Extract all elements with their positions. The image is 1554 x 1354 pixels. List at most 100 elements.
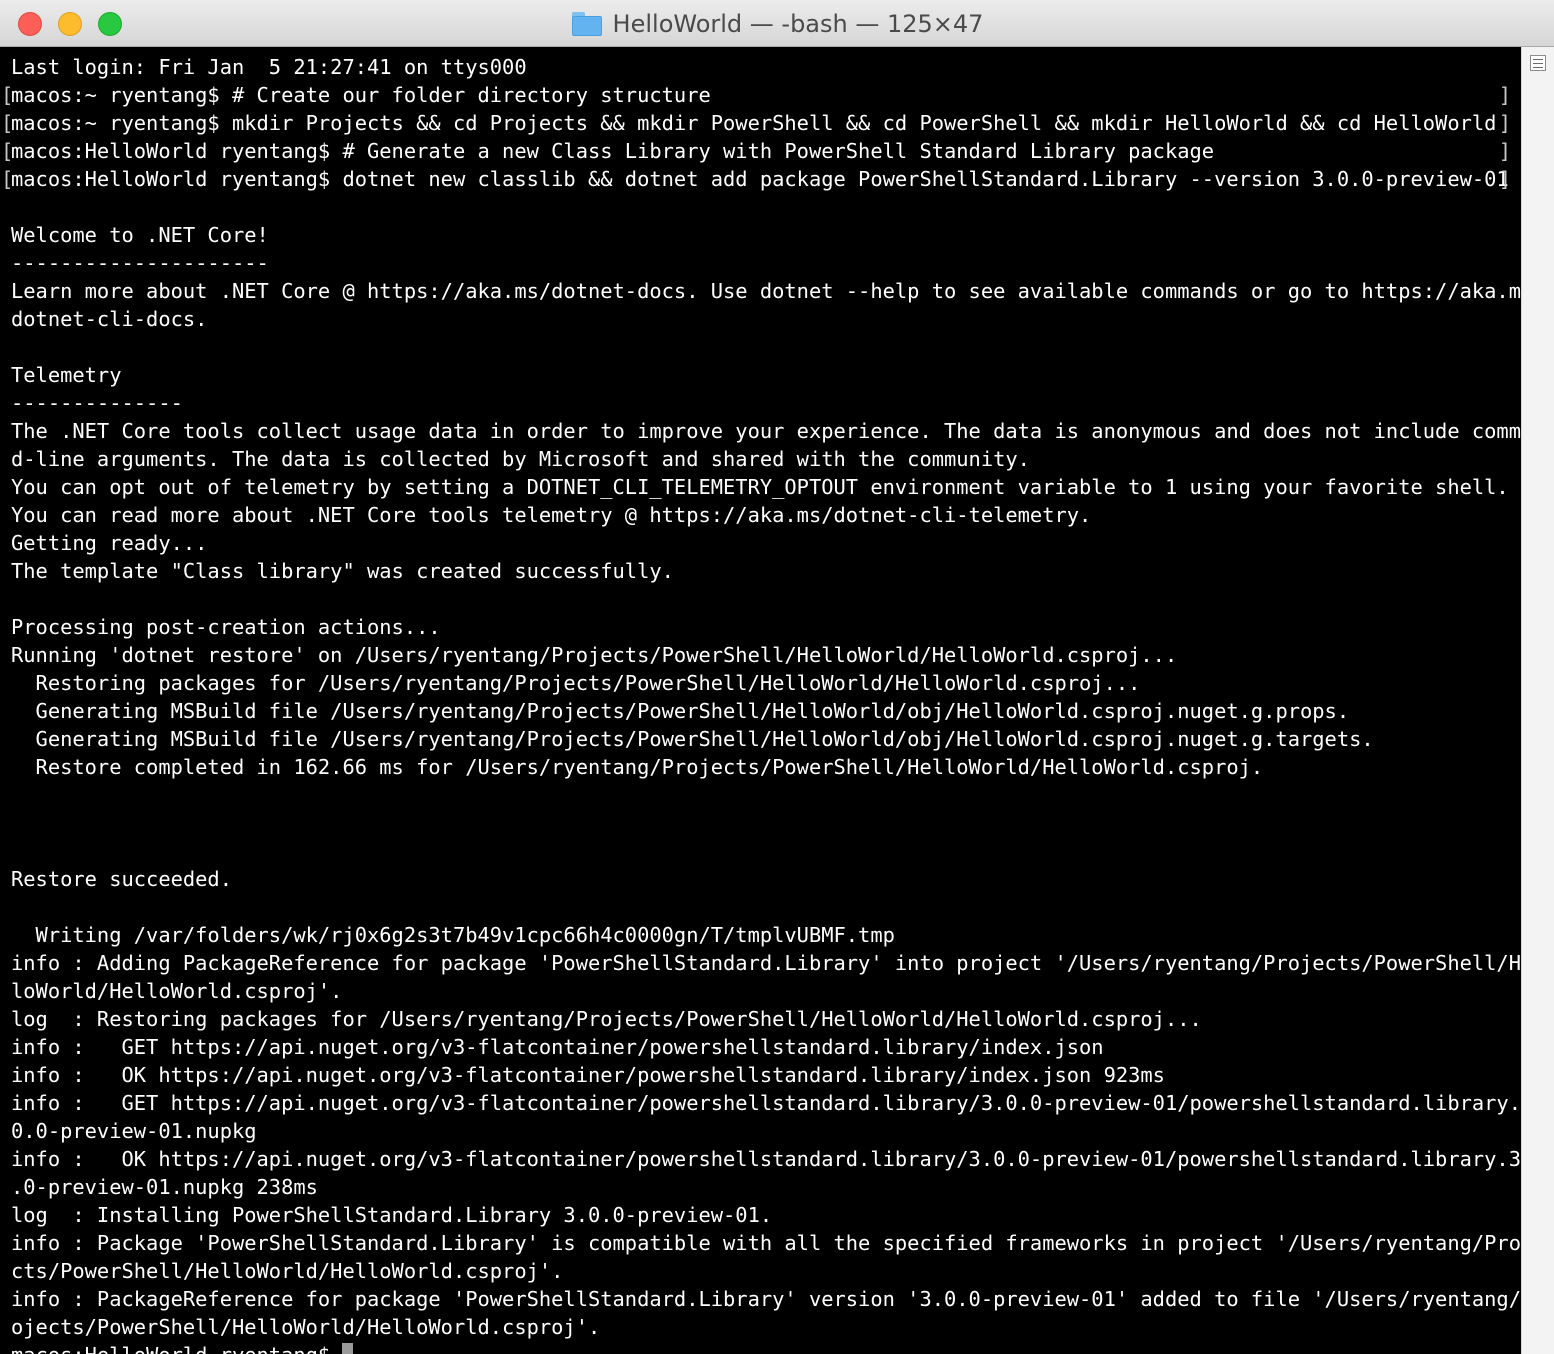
terminal-line: Restore succeeded.: [11, 865, 1511, 893]
mark-bracket-right: ]: [1498, 83, 1511, 107]
terminal-line: ojects/PowerShell/HelloWorld/HelloWorld.…: [11, 1313, 1511, 1341]
terminal-line: 0.0-preview-01.nupkg: [11, 1117, 1511, 1145]
title-bar[interactable]: HelloWorld — -bash — 125×47: [0, 0, 1554, 47]
terminal-line: You can read more about .NET Core tools …: [11, 501, 1511, 529]
terminal-line-text: cts/PowerShell/HelloWorld/HelloWorld.csp…: [11, 1259, 564, 1283]
terminal-line: log : Restoring packages for /Users/ryen…: [11, 1005, 1511, 1033]
terminal-line: info : Adding PackageReference for packa…: [11, 949, 1521, 977]
terminal-line-text: macos:~ ryentang$ mkdir Projects && cd P…: [11, 111, 1497, 135]
terminal-line-text: Restore completed in 162.66 ms for /User…: [11, 755, 1264, 779]
terminal-line: The template "Class library" was created…: [11, 557, 1511, 585]
terminal-line: Learn more about .NET Core @ https://aka…: [11, 277, 1521, 305]
terminal-line: macos:~ ryentang$ # Create our folder di…: [3, 81, 1511, 109]
terminal-line-text: macos:~ ryentang$ # Create our folder di…: [11, 83, 711, 107]
terminal-line-text: Writing /var/folders/wk/rj0x6g2s3t7b49v1…: [11, 923, 895, 947]
terminal-line: .0-preview-01.nupkg 238ms: [11, 1173, 1511, 1201]
terminal-line: You can opt out of telemetry by setting …: [11, 473, 1511, 501]
terminal-line: Restoring packages for /Users/ryentang/P…: [11, 669, 1511, 697]
mark-bracket-left: [: [3, 137, 13, 165]
terminal-line-text: info : GET https://api.nuget.org/v3-flat…: [11, 1035, 1104, 1059]
terminal-line: --------------: [11, 389, 1511, 417]
terminal-line-text: You can opt out of telemetry by setting …: [11, 475, 1509, 499]
terminal-line: macos:HelloWorld ryentang$ # Generate a …: [3, 137, 1511, 165]
terminal-line: macos:~ ryentang$ mkdir Projects && cd P…: [3, 109, 1511, 137]
text-cursor: [342, 1343, 354, 1354]
terminal-line: Processing post-creation actions...: [11, 613, 1511, 641]
terminal-line-text: dotnet-cli-docs.: [11, 307, 208, 331]
terminal-line-text: macos:HelloWorld ryentang$ # Generate a …: [11, 139, 1215, 163]
terminal-line: dotnet-cli-docs.: [11, 305, 1511, 333]
terminal-line-text: ojects/PowerShell/HelloWorld/HelloWorld.…: [11, 1315, 601, 1339]
terminal-line-text: log : Installing PowerShellStandard.Libr…: [11, 1203, 773, 1227]
terminal-line: Welcome to .NET Core!: [11, 221, 1511, 249]
terminal-line-text: Running 'dotnet restore' on /Users/ryent…: [11, 643, 1178, 667]
terminal-line-text: You can read more about .NET Core tools …: [11, 503, 1092, 527]
terminal-line-text: Welcome to .NET Core!: [11, 223, 269, 247]
terminal-line: info : GET https://api.nuget.org/v3-flat…: [11, 1033, 1511, 1061]
terminal-line-text: info : PackageReference for package 'Pow…: [11, 1287, 1521, 1311]
terminal-line: info : GET https://api.nuget.org/v3-flat…: [11, 1089, 1521, 1117]
terminal-line-text: --------------: [11, 391, 183, 415]
terminal-line: Restore completed in 162.66 ms for /User…: [11, 753, 1511, 781]
terminal-line-text: Last login: Fri Jan 5 21:27:41 on ttys00…: [11, 55, 527, 79]
mark-bracket-left: [: [3, 165, 13, 193]
terminal-line-text: macos:HelloWorld ryentang$ dotnet new cl…: [11, 167, 1509, 191]
terminal-line-text: loWorld/HelloWorld.csproj'.: [11, 979, 343, 1003]
mark-bracket-right: ]: [1498, 111, 1511, 135]
window-title: HelloWorld — -bash — 125×47: [612, 9, 984, 38]
window-title-group: HelloWorld — -bash — 125×47: [0, 0, 1554, 47]
terminal-line-text: The template "Class library" was created…: [11, 559, 674, 583]
terminal-line: cts/PowerShell/HelloWorld/HelloWorld.csp…: [11, 1257, 1511, 1285]
mark-bracket-left: [: [3, 81, 13, 109]
terminal-line-text: Getting ready...: [11, 531, 208, 555]
terminal-line-text: ---------------------: [11, 251, 269, 275]
terminal-line-text: Telemetry: [11, 363, 122, 387]
terminal-line-text: info : Package 'PowerShellStandard.Libra…: [11, 1231, 1521, 1255]
terminal-line-text: 0.0-preview-01.nupkg: [11, 1119, 257, 1143]
terminal-line-text: d-line arguments. The data is collected …: [11, 447, 1030, 471]
terminal-line-text: Learn more about .NET Core @ https://aka…: [11, 279, 1521, 303]
terminal-line: Generating MSBuild file /Users/ryentang/…: [11, 697, 1511, 725]
terminal-line: Last login: Fri Jan 5 21:27:41 on ttys00…: [11, 53, 1511, 81]
terminal-line-text: The .NET Core tools collect usage data i…: [11, 419, 1521, 443]
terminal-line: Generating MSBuild file /Users/ryentang/…: [11, 725, 1511, 753]
terminal-output[interactable]: Last login: Fri Jan 5 21:27:41 on ttys00…: [3, 47, 1521, 1354]
terminal-line-text: Restore succeeded.: [11, 867, 232, 891]
vertical-scrollbar[interactable]: [1521, 47, 1554, 1354]
terminal-line-text: info : OK https://api.nuget.org/v3-flatc…: [11, 1063, 1165, 1087]
terminal-line-text: info : GET https://api.nuget.org/v3-flat…: [11, 1091, 1521, 1115]
terminal-line: Telemetry: [11, 361, 1511, 389]
scroll-lines-icon[interactable]: [1530, 55, 1546, 71]
terminal-line: info : OK https://api.nuget.org/v3-flatc…: [11, 1061, 1511, 1089]
terminal-line: Getting ready...: [11, 529, 1511, 557]
prompt-line[interactable]: macos:HelloWorld ryentang$: [11, 1341, 1511, 1354]
terminal-line: log : Installing PowerShellStandard.Libr…: [11, 1201, 1511, 1229]
terminal-line: info : OK https://api.nuget.org/v3-flatc…: [11, 1145, 1521, 1173]
terminal-line: info : Package 'PowerShellStandard.Libra…: [11, 1229, 1521, 1257]
terminal-line-text: Generating MSBuild file /Users/ryentang/…: [11, 699, 1350, 723]
terminal-line-text: .0-preview-01.nupkg 238ms: [11, 1175, 318, 1199]
mark-bracket-right: ]: [1498, 167, 1511, 191]
terminal-line: ---------------------: [11, 249, 1511, 277]
terminal-line: Running 'dotnet restore' on /Users/ryent…: [11, 641, 1511, 669]
terminal-line-text: log : Restoring packages for /Users/ryen…: [11, 1007, 1202, 1031]
terminal-line: macos:HelloWorld ryentang$ dotnet new cl…: [3, 165, 1511, 193]
shell-prompt: macos:HelloWorld ryentang$: [11, 1343, 342, 1354]
terminal-window: HelloWorld — -bash — 125×47 Last login: …: [0, 0, 1554, 1354]
terminal-line-text: Generating MSBuild file /Users/ryentang/…: [11, 727, 1374, 751]
terminal-line: d-line arguments. The data is collected …: [11, 445, 1511, 473]
terminal-line: The .NET Core tools collect usage data i…: [11, 417, 1521, 445]
terminal-line-text: info : Adding PackageReference for packa…: [11, 951, 1521, 975]
terminal-line: info : PackageReference for package 'Pow…: [11, 1285, 1521, 1313]
terminal-line: loWorld/HelloWorld.csproj'.: [11, 977, 1511, 1005]
mark-bracket-right: ]: [1498, 139, 1511, 163]
terminal-line: Writing /var/folders/wk/rj0x6g2s3t7b49v1…: [11, 921, 1511, 949]
terminal-line-text: Processing post-creation actions...: [11, 615, 441, 639]
